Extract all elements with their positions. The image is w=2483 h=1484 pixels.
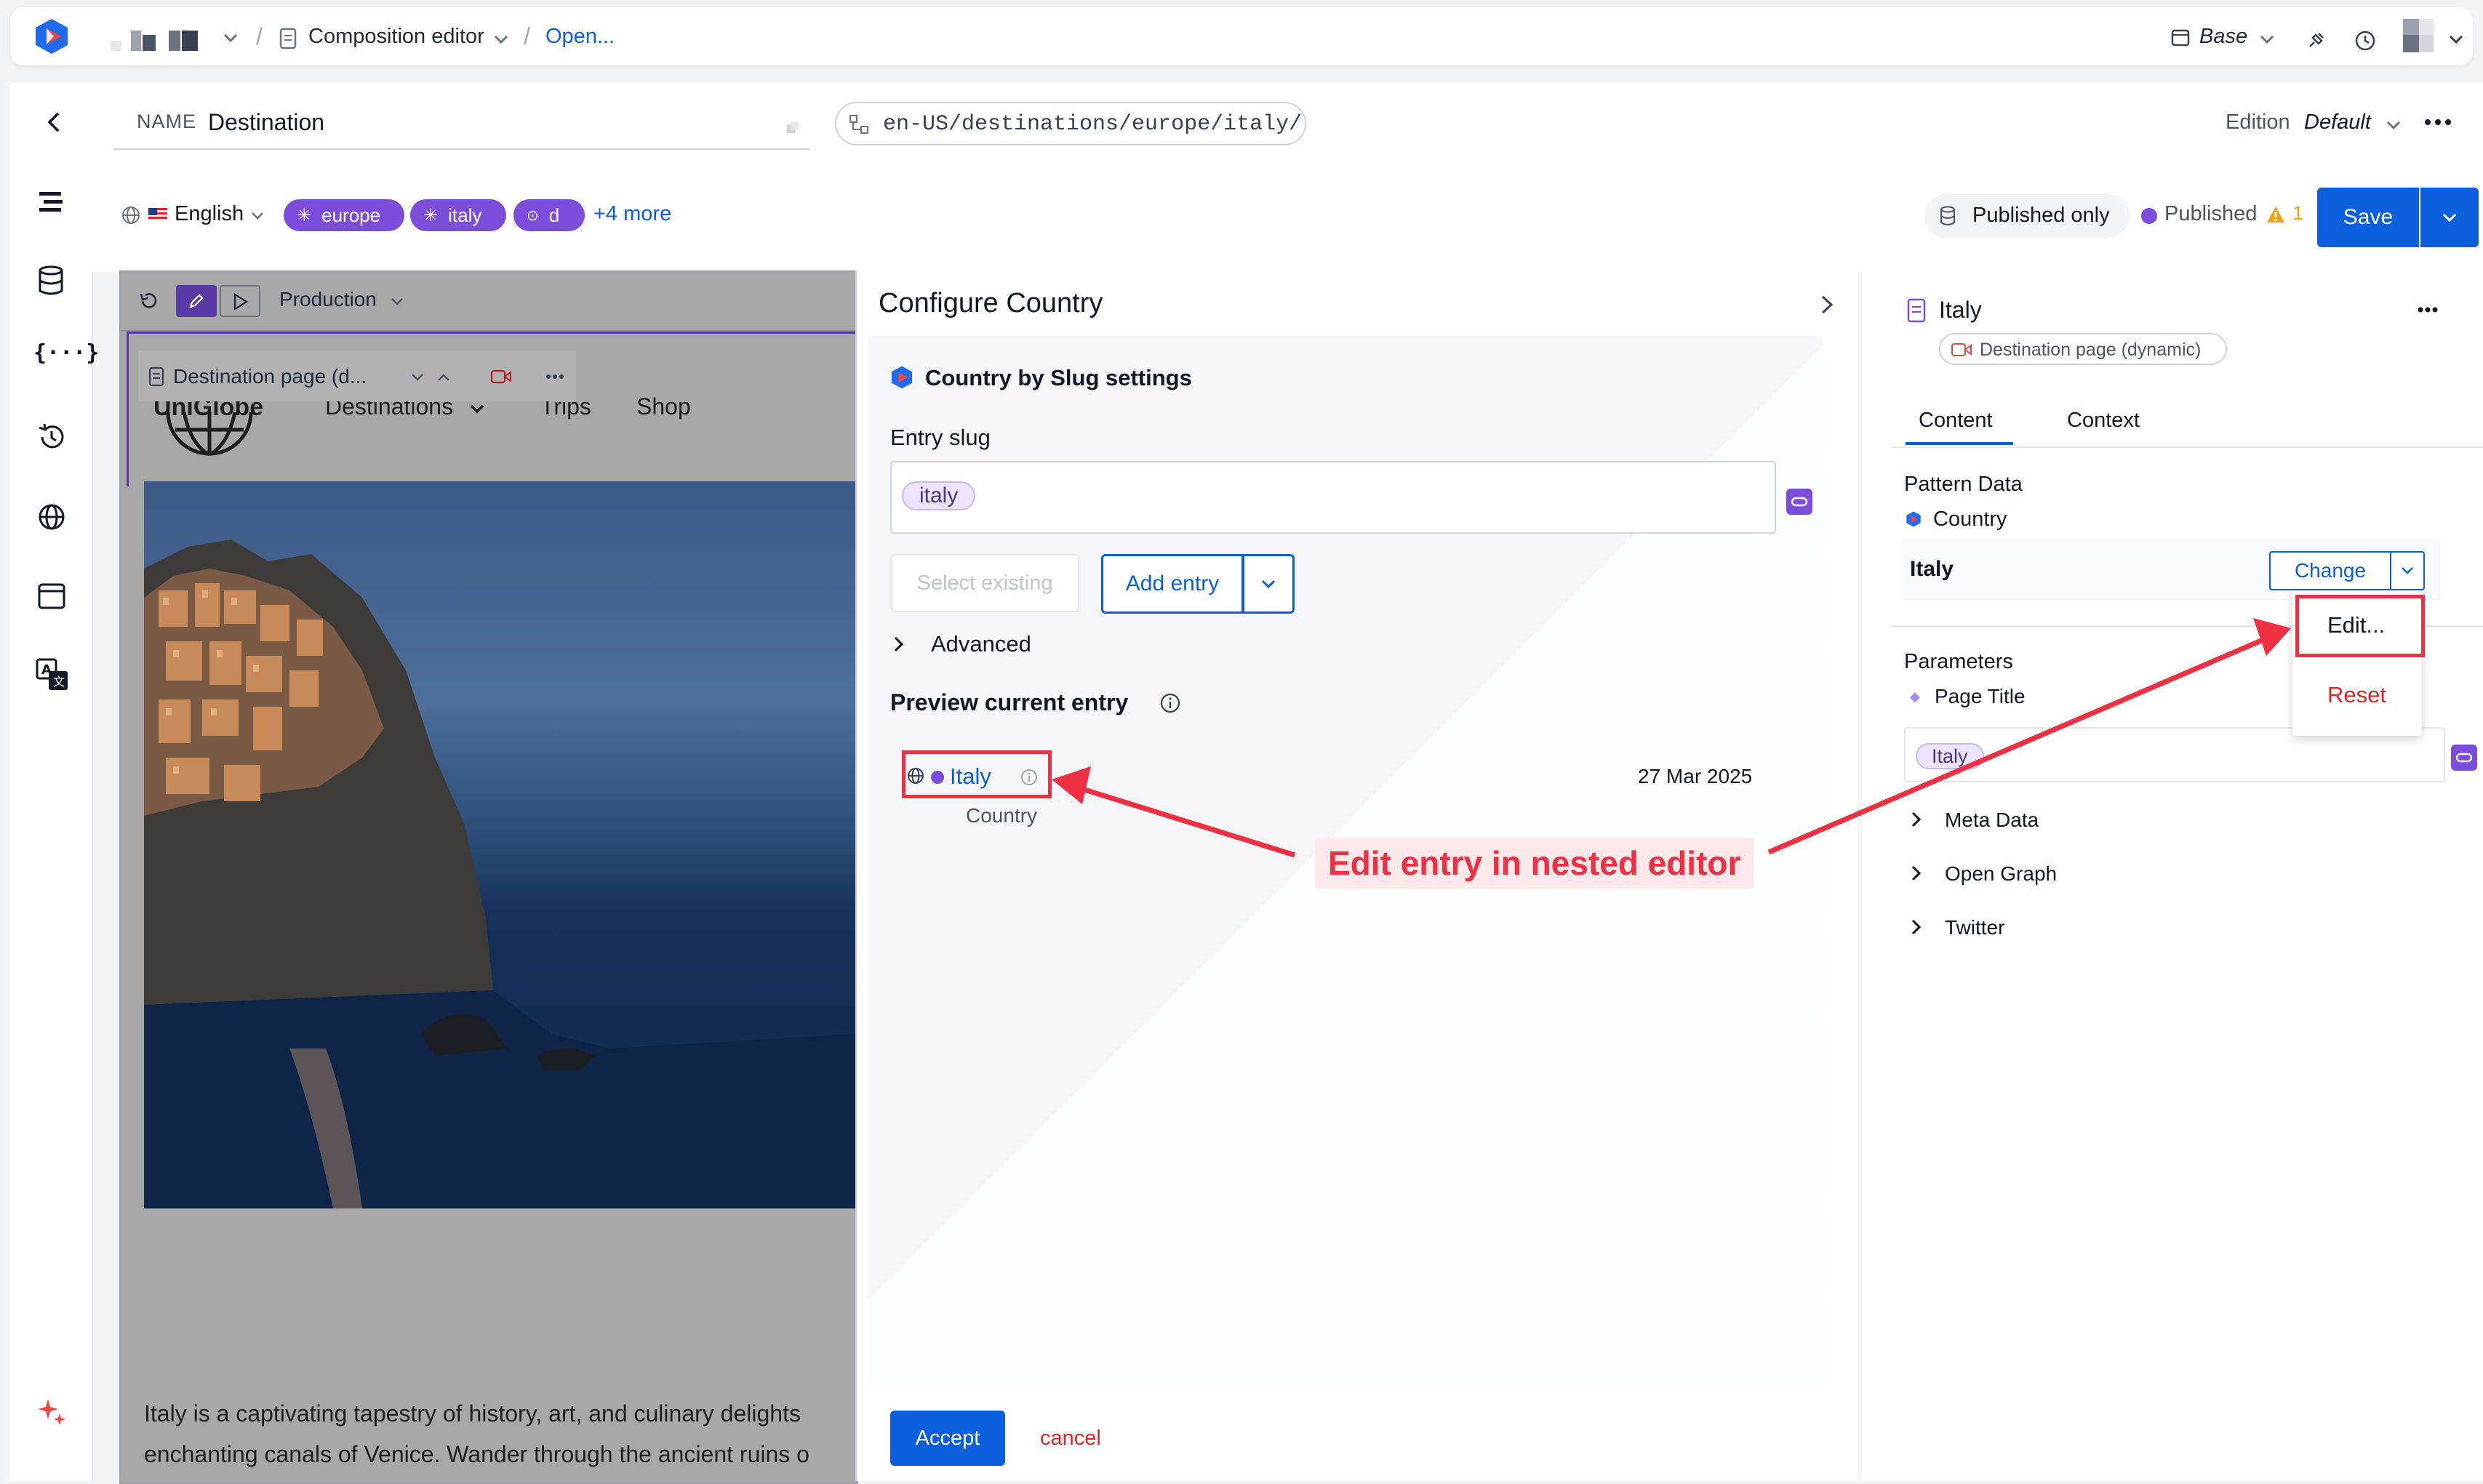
annotation-label: Edit entry in nested editor bbox=[1315, 838, 1754, 889]
annotation-arrows bbox=[1052, 618, 2291, 858]
